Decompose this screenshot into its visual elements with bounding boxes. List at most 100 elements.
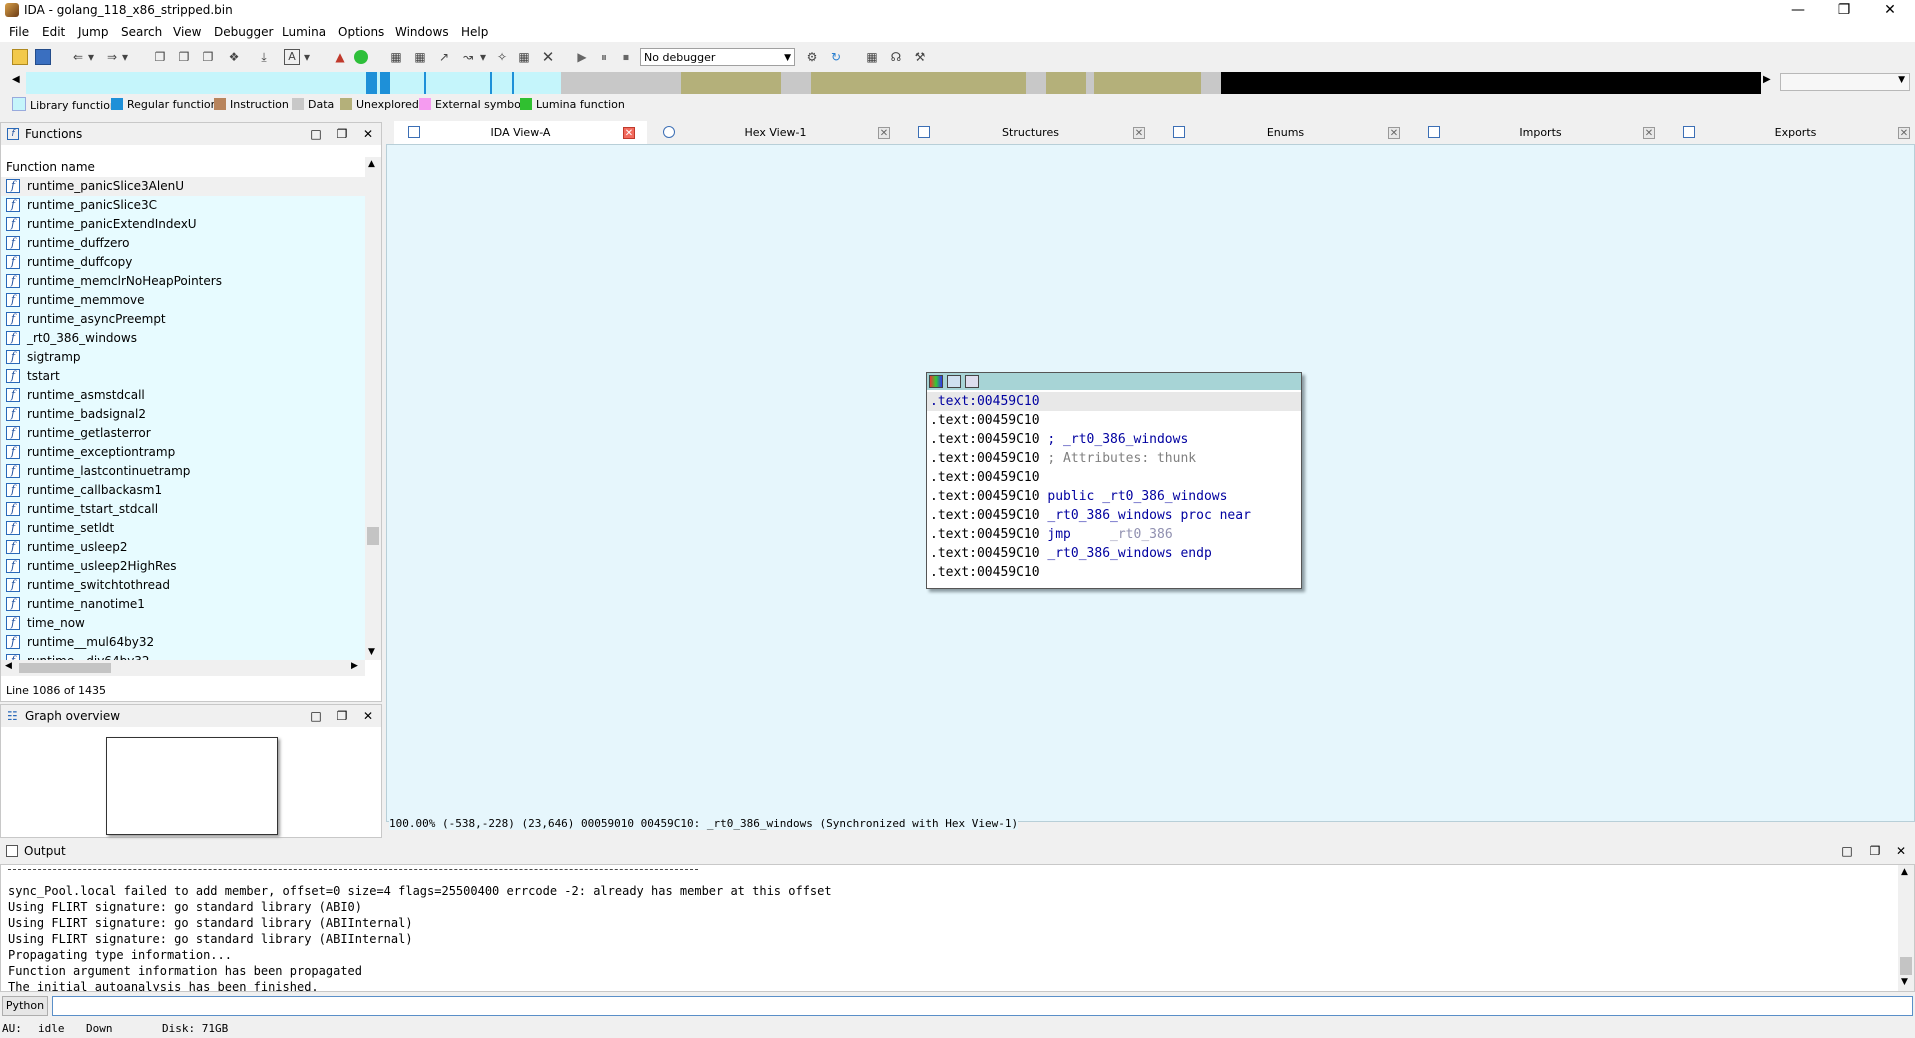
function-list-item[interactable]: f runtime_setldt [1, 519, 365, 538]
graph-node[interactable]: .text:00459C10 .text:00459C10 .text:00459C… [926, 372, 1302, 589]
function-list-item[interactable]: f runtime_lastcontinuetramp [1, 462, 365, 481]
asm-line[interactable]: .text:00459C10 [927, 563, 1301, 582]
restore-button[interactable]: ❐ [1821, 0, 1867, 22]
paste-icon[interactable]: ❐ [176, 49, 192, 65]
tools-icon[interactable]: ⚒ [912, 49, 928, 65]
function-list-item[interactable]: f runtime_nanotime1 [1, 595, 365, 614]
function-list-item[interactable]: f runtime_callbackasm1 [1, 481, 365, 500]
graph-overview-viewport[interactable] [106, 737, 278, 835]
node-color-icon[interactable] [929, 375, 943, 388]
menu-debugger[interactable]: Debugger [214, 25, 273, 39]
function-list-item[interactable]: f _rt0_386_windows [1, 329, 365, 348]
function-list-item[interactable]: f runtime_panicExtendIndexU [1, 215, 365, 234]
asm-line[interactable]: .text:00459C10 ; Attributes: thunk [927, 449, 1301, 468]
structure-icon[interactable]: ▦ [516, 49, 532, 65]
ida-graph-view[interactable]: .text:00459C10 .text:00459C10 .text:00459C… [386, 144, 1915, 830]
function-list-item[interactable]: f runtime__mul64by32 [1, 633, 365, 652]
minimize-button[interactable]: — [1775, 0, 1821, 22]
asm-line[interactable]: .text:00459C10 [927, 411, 1301, 430]
stack-icon[interactable]: ❖ [226, 49, 242, 65]
scroll-thumb[interactable] [367, 527, 379, 545]
run-analysis-icon[interactable] [354, 50, 368, 64]
scroll-down-icon[interactable]: ▼ [368, 647, 375, 657]
menu-windows[interactable]: Windows [395, 25, 449, 39]
delete-icon[interactable]: ✕ [540, 49, 556, 65]
close-icon[interactable]: ✕ [357, 123, 379, 145]
graph-icon[interactable]: ↝ [460, 49, 476, 65]
graph-dropdown-icon[interactable]: ▾ [478, 49, 488, 65]
scroll-up-icon[interactable]: ▲ [1901, 867, 1908, 877]
debugger-select[interactable]: No debugger ▼ [640, 48, 795, 66]
float-icon[interactable]: ❐ [331, 705, 353, 727]
function-list-item[interactable]: f runtime_memmove [1, 291, 365, 310]
asm-line[interactable]: .text:00459C10 _rt0_386_windows endp [927, 544, 1301, 563]
debugger-options-icon[interactable]: ⚙ [804, 49, 820, 65]
asm-line[interactable]: .text:00459C10 _rt0_386_windows proc nea… [927, 506, 1301, 525]
node-rename-icon[interactable] [947, 375, 961, 388]
forward-arrow-icon[interactable]: ⇒ [104, 49, 120, 65]
function-list-item[interactable]: f tstart [1, 367, 365, 386]
output-vertical-scrollbar[interactable]: ▲ ▼ [1898, 865, 1914, 991]
menu-view[interactable]: View [173, 25, 201, 39]
close-icon[interactable]: ✕ [1898, 127, 1910, 139]
tab-structures[interactable]: Structures ✕ [904, 121, 1157, 144]
down-arrow-icon[interactable]: ⤓ [256, 49, 272, 65]
sync-icon[interactable]: ↻ [828, 49, 844, 65]
navigation-select[interactable]: ▼ [1780, 73, 1910, 91]
menu-options[interactable]: Options [338, 25, 384, 39]
function-list-item[interactable]: f runtime_usleep2 [1, 538, 365, 557]
function-list-item[interactable]: f runtime_asyncPreempt [1, 310, 365, 329]
pause-debug-icon[interactable]: ⏸ [596, 49, 612, 65]
function-list-item[interactable]: f runtime_memclrNoHeapPointers [1, 272, 365, 291]
maximize-icon[interactable]: □ [305, 123, 327, 145]
function-list-item[interactable]: fruntime__div64by32 [1, 652, 365, 660]
menu-jump[interactable]: Jump [78, 25, 108, 39]
create-function-icon[interactable]: ▦ [388, 49, 404, 65]
function-list-item[interactable]: f runtime_duffcopy [1, 253, 365, 272]
tab-imports[interactable]: Imports ✕ [1414, 121, 1667, 144]
close-icon[interactable]: ✕ [878, 127, 890, 139]
tab-exports[interactable]: Exports ✕ [1669, 121, 1915, 144]
trace-icon[interactable]: ☊ [888, 49, 904, 65]
function-list-item[interactable]: f runtime_badsignal2 [1, 405, 365, 424]
tab-hex-view-1[interactable]: Hex View-1 ✕ [649, 121, 902, 144]
copy-icon[interactable]: ❐ [152, 49, 168, 65]
close-icon[interactable]: ✕ [1388, 127, 1400, 139]
close-icon[interactable]: ✕ [1890, 840, 1912, 862]
function-list-item[interactable]: f runtime_usleep2HighRes [1, 557, 365, 576]
asm-line[interactable]: .text:00459C10 [927, 468, 1301, 487]
start-debug-icon[interactable]: ▶ [574, 49, 590, 65]
breakpoints-icon[interactable]: ▦ [864, 49, 880, 65]
function-list-item[interactable]: f runtime_asmstdcall [1, 386, 365, 405]
nav-right-arrow-icon[interactable]: ▶ [1763, 74, 1771, 85]
tab-ida-view-a[interactable]: IDA View-A ✕ [394, 121, 647, 144]
maximize-icon[interactable]: □ [1836, 840, 1858, 862]
function-list-item[interactable]: f runtime_getlasterror [1, 424, 365, 443]
menu-help[interactable]: Help [461, 25, 488, 39]
close-window-button[interactable]: ✕ [1867, 0, 1913, 22]
menu-lumina[interactable]: Lumina [282, 25, 326, 39]
close-icon[interactable]: ✕ [623, 127, 635, 139]
stop-debug-icon[interactable]: ⏹ [618, 49, 634, 65]
scroll-left-icon[interactable]: ◀ [5, 661, 12, 671]
xref-icon[interactable]: ↗ [436, 49, 452, 65]
text-format-icon[interactable]: A [284, 49, 300, 65]
scroll-right-icon[interactable]: ▶ [351, 661, 358, 671]
menu-edit[interactable]: Edit [42, 25, 65, 39]
column-header-function-name[interactable]: Function name [1, 157, 365, 177]
output-window[interactable]: sync_Pool.local failed to add member, of… [0, 864, 1915, 992]
edit-function-icon[interactable]: ▦ [412, 49, 428, 65]
forward-dropdown-icon[interactable]: ▾ [120, 49, 130, 65]
python-command-input[interactable] [52, 996, 1913, 1016]
python-language-button[interactable]: Python [2, 996, 48, 1016]
scroll-thumb[interactable] [19, 663, 111, 673]
function-list-item[interactable]: f runtime_panicSlice3AlenU [1, 177, 365, 196]
menu-file[interactable]: File [9, 25, 29, 39]
back-dropdown-icon[interactable]: ▾ [86, 49, 96, 65]
function-list-item[interactable]: f sigtramp [1, 348, 365, 367]
asm-line[interactable]: .text:00459C10 [927, 392, 1301, 411]
binary-icon[interactable]: ❐ [200, 49, 216, 65]
asm-line[interactable]: .text:00459C10 ; _rt0_386_windows [927, 430, 1301, 449]
float-icon[interactable]: ❐ [1864, 840, 1886, 862]
navigation-band[interactable] [26, 72, 1761, 94]
